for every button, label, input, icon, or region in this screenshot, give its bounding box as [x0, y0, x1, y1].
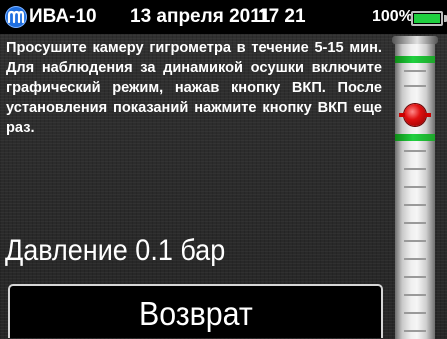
gauge-tick: [404, 240, 426, 242]
gauge-tick: [404, 312, 426, 314]
battery-icon: [411, 11, 447, 26]
pressure-readout: Давление 0.1 бар: [5, 234, 226, 267]
gauge-tick: [404, 204, 426, 206]
status-time: 17 21: [258, 6, 306, 27]
gauge-tick: [404, 70, 426, 72]
gauge-tick: [404, 168, 426, 170]
back-button-label: Возврат: [138, 295, 253, 332]
device-logo-icon: [5, 6, 27, 28]
battery-percent: 100%: [372, 8, 413, 25]
gauge-tick: [404, 294, 426, 296]
gauge-tick: [404, 85, 426, 87]
instruction-text: Просушите камеру гигрометра в течение 5-…: [6, 40, 382, 136]
status-bar: ИВА-10 13 апреля 2011 17 21 100%: [0, 0, 447, 34]
gauge-tick: [404, 330, 426, 332]
gauge-green-band-top: [395, 56, 435, 63]
gauge-tick: [404, 222, 426, 224]
gauge-tick: [404, 186, 426, 188]
gauge-top-cap: [392, 36, 438, 44]
gauge-tick: [404, 258, 426, 260]
red-indicator-icon: [399, 104, 431, 126]
back-button[interactable]: Возврат: [8, 284, 383, 338]
device-name: ИВА-10: [29, 6, 97, 27]
status-date: 13 апреля 2011: [130, 6, 271, 27]
gauge-tick: [404, 150, 426, 152]
gauge-tick: [404, 276, 426, 278]
gauge-green-band-bottom: [395, 134, 435, 141]
battery-level-fill: [414, 14, 440, 23]
